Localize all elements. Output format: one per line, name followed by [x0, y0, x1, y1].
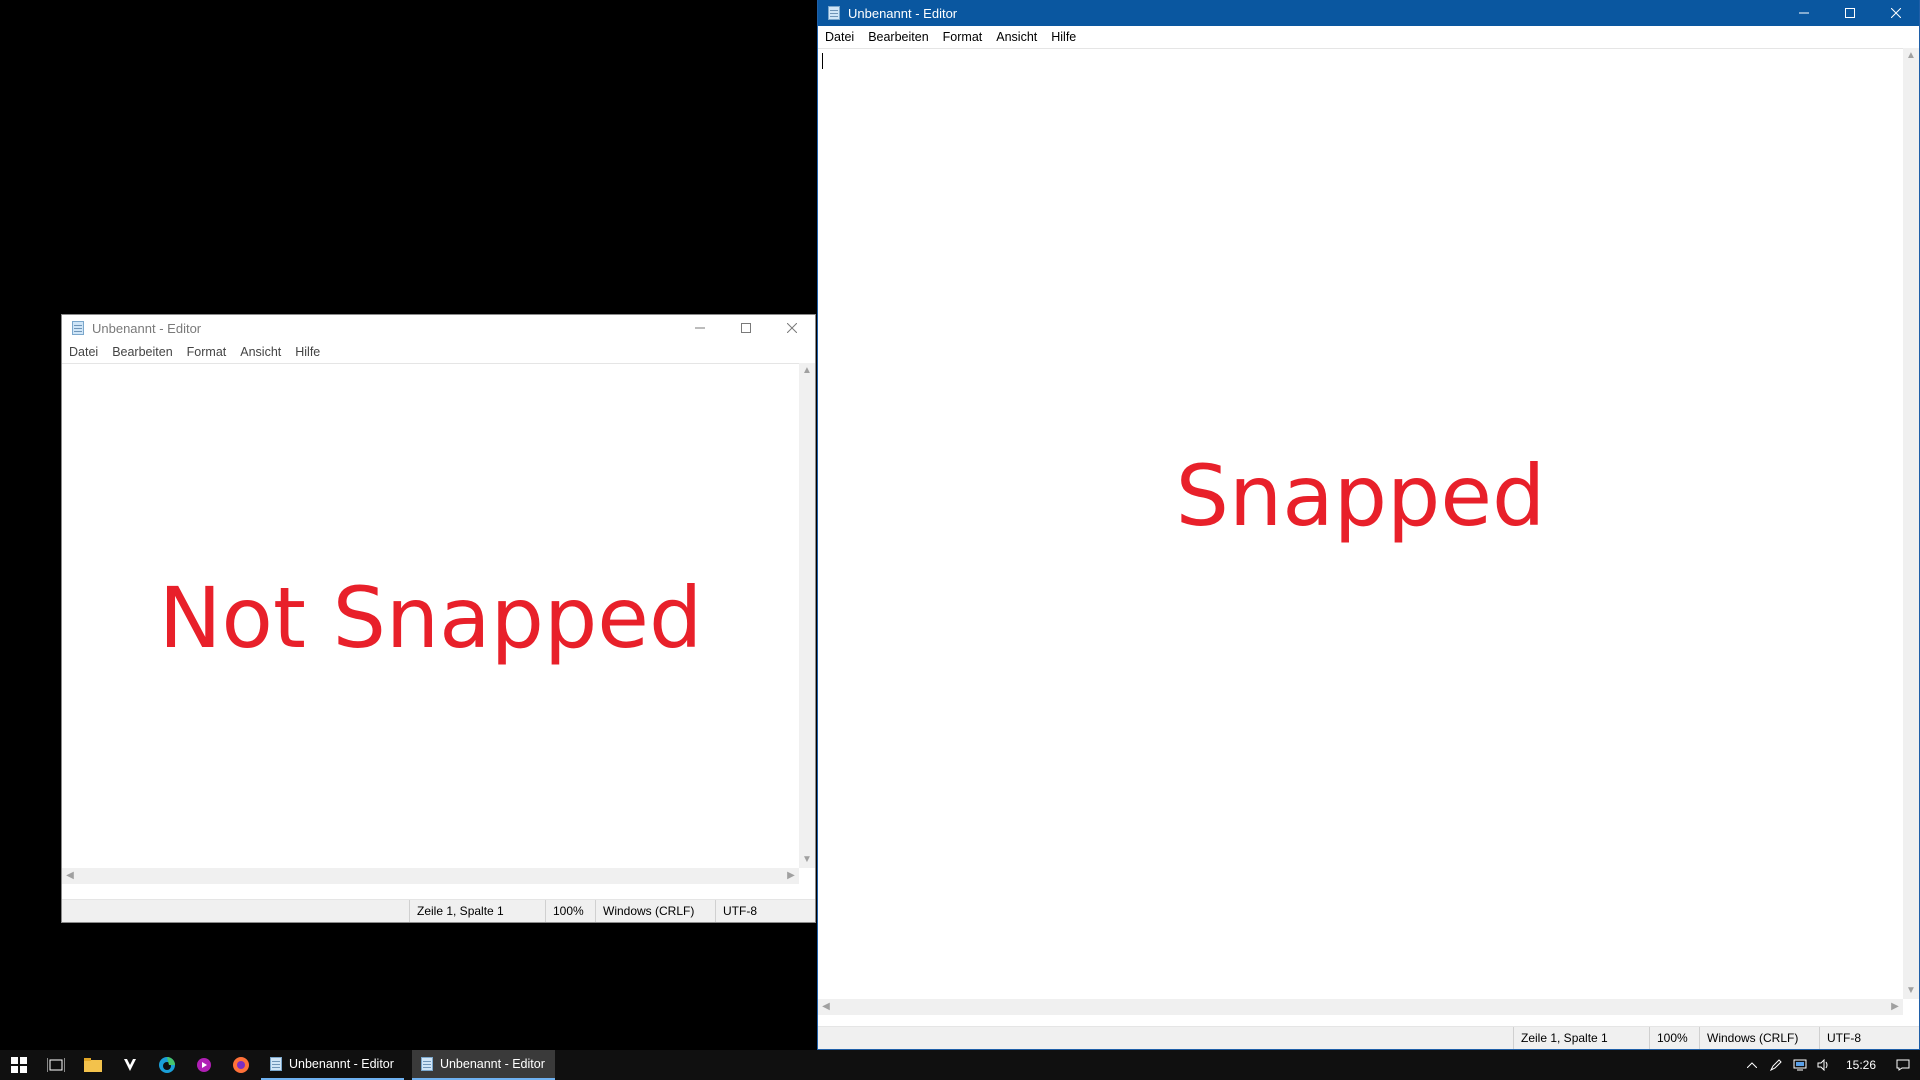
status-line-ending: Windows (CRLF) [1699, 1027, 1819, 1049]
notepad-icon [71, 320, 85, 336]
menu-hilfe[interactable]: Hilfe [288, 345, 327, 359]
close-button[interactable] [769, 315, 815, 341]
scroll-down-icon[interactable]: ▼ [799, 852, 815, 868]
task-view-icon[interactable] [37, 1050, 74, 1080]
close-icon [1891, 8, 1901, 18]
taskbar: Unbenannt - Editor Unbenannt - Editor 15… [0, 1050, 1920, 1080]
window-title: Unbenannt - Editor [848, 5, 958, 21]
close-icon [787, 323, 797, 333]
clock[interactable]: 15:26 [1836, 1058, 1886, 1072]
notepad-window-unsnapped[interactable]: Unbenannt - Editor Datei Bearbeiten Form… [61, 314, 816, 923]
window-title: Unbenannt - Editor [92, 320, 202, 336]
text-editor-area[interactable]: Snapped [818, 48, 1903, 999]
text-editor-area[interactable]: Not Snapped [62, 363, 799, 868]
horizontal-scrollbar[interactable]: ◀ ▶ [62, 868, 799, 884]
scroll-right-icon[interactable]: ▶ [1887, 999, 1903, 1015]
notepad-window-snapped[interactable]: Unbenannt - Editor Datei Bearbeiten Form… [817, 0, 1920, 1050]
notification-icon[interactable] [1886, 1050, 1920, 1080]
minimize-button[interactable] [677, 315, 723, 341]
scroll-up-icon[interactable]: ▲ [1903, 48, 1919, 64]
shield-app-icon[interactable] [111, 1050, 148, 1080]
vertical-scrollbar[interactable]: ▲ ▼ [799, 363, 815, 868]
edge-icon[interactable] [148, 1050, 185, 1080]
system-tray: 15:26 [1740, 1050, 1920, 1080]
overlay-label: Snapped [1175, 447, 1546, 545]
maximize-button[interactable] [1827, 0, 1873, 26]
taskbar-app-notepad-2[interactable]: Unbenannt - Editor [411, 1050, 555, 1080]
menu-ansicht[interactable]: Ansicht [233, 345, 288, 359]
scroll-left-icon[interactable]: ◀ [818, 999, 834, 1015]
menu-datei[interactable]: Datei [818, 30, 861, 44]
firefox-icon[interactable] [222, 1050, 259, 1080]
minimize-icon [1799, 12, 1809, 14]
menu-format[interactable]: Format [180, 345, 234, 359]
status-encoding: UTF-8 [1819, 1027, 1919, 1049]
notepad-icon [269, 1056, 283, 1072]
vertical-scrollbar[interactable]: ▲ ▼ [1903, 48, 1919, 999]
menu-bearbeiten[interactable]: Bearbeiten [105, 345, 179, 359]
menu-hilfe[interactable]: Hilfe [1044, 30, 1083, 44]
pen-icon[interactable] [1764, 1050, 1788, 1080]
notepad-icon [420, 1056, 434, 1072]
status-zoom: 100% [1649, 1027, 1699, 1049]
network-icon[interactable] [1788, 1050, 1812, 1080]
status-zoom: 100% [545, 900, 595, 922]
status-cursor-position: Zeile 1, Spalte 1 [1513, 1027, 1649, 1049]
volume-icon[interactable] [1812, 1050, 1836, 1080]
show-hidden-icons-icon[interactable] [1740, 1050, 1764, 1080]
status-cursor-position: Zeile 1, Spalte 1 [409, 900, 545, 922]
maximize-icon [1845, 8, 1855, 18]
status-bar: Zeile 1, Spalte 1 100% Windows (CRLF) UT… [818, 1026, 1919, 1049]
menu-ansicht[interactable]: Ansicht [989, 30, 1044, 44]
maximize-icon [741, 323, 751, 333]
minimize-button[interactable] [1781, 0, 1827, 26]
title-bar[interactable]: Unbenannt - Editor [818, 0, 1919, 26]
menu-bar: Datei Bearbeiten Format Ansicht Hilfe [62, 341, 815, 363]
text-caret [822, 53, 823, 69]
status-encoding: UTF-8 [715, 900, 815, 922]
status-bar: Zeile 1, Spalte 1 100% Windows (CRLF) UT… [62, 899, 815, 922]
title-bar[interactable]: Unbenannt - Editor [62, 315, 815, 341]
scroll-down-icon[interactable]: ▼ [1903, 983, 1919, 999]
overlay-label: Not Snapped [158, 569, 703, 667]
horizontal-scrollbar[interactable]: ◀ ▶ [818, 999, 1903, 1015]
file-explorer-icon[interactable] [74, 1050, 111, 1080]
taskbar-app-label: Unbenannt - Editor [439, 1057, 545, 1071]
taskbar-app-notepad-1[interactable]: Unbenannt - Editor [261, 1050, 404, 1080]
minimize-icon [695, 327, 705, 329]
status-line-ending: Windows (CRLF) [595, 900, 715, 922]
windows-start-icon[interactable] [0, 1050, 37, 1080]
menu-datei[interactable]: Datei [62, 345, 105, 359]
menu-format[interactable]: Format [936, 30, 990, 44]
scroll-right-icon[interactable]: ▶ [783, 868, 799, 884]
scroll-up-icon[interactable]: ▲ [799, 363, 815, 379]
menu-bar: Datei Bearbeiten Format Ansicht Hilfe [818, 26, 1919, 48]
media-player-icon[interactable] [185, 1050, 222, 1080]
notepad-icon [827, 5, 841, 21]
close-button[interactable] [1873, 0, 1919, 26]
menu-bearbeiten[interactable]: Bearbeiten [861, 30, 935, 44]
maximize-button[interactable] [723, 315, 769, 341]
taskbar-app-label: Unbenannt - Editor [289, 1057, 394, 1071]
scroll-left-icon[interactable]: ◀ [62, 868, 78, 884]
